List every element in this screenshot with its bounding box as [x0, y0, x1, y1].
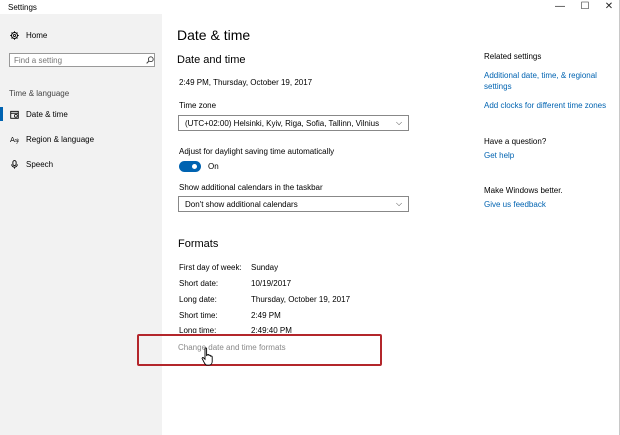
formats-heading: Formats [178, 238, 219, 250]
highlight-box [137, 334, 382, 366]
globe-icon: A 字 [10, 135, 19, 144]
microphone-icon [11, 160, 18, 169]
dst-label: Adjust for daylight saving time automati… [179, 147, 335, 156]
page-title: Date & time [177, 27, 251, 43]
format-value: Sunday [251, 263, 279, 272]
format-value: 2:49:40 PM [251, 326, 292, 333]
dst-toggle[interactable] [179, 161, 201, 172]
timezone-value: (UTC+02:00) Helsinki, Kyiv, Riga, Sofia,… [185, 119, 380, 128]
related-heading: Related settings [484, 52, 542, 61]
format-key: Long date: [179, 295, 217, 304]
format-key: Short date: [179, 279, 219, 288]
question-heading: Have a question? [484, 137, 547, 146]
format-value: 2:49 PM [251, 311, 281, 320]
sidebar-item-speech[interactable]: Speech [10, 160, 53, 169]
date-time-heading: Date and time [177, 54, 246, 66]
feedback-link[interactable]: Give us feedback [484, 200, 546, 209]
sidebar-item-home[interactable]: Home [10, 31, 47, 40]
timezone-label: Time zone [179, 101, 217, 110]
close-button[interactable]: ✕ [597, 0, 620, 14]
chevron-down-icon: ⌵ [396, 118, 403, 127]
sidebar-item-region-language[interactable]: A 字 Region & language [10, 135, 94, 144]
hand-cursor-icon [201, 347, 213, 366]
get-help-link[interactable]: Get help [484, 151, 514, 160]
sidebar-item-date-time[interactable]: Date & time [10, 110, 68, 119]
format-value: Thursday, October 19, 2017 [251, 295, 351, 304]
dst-state: On [208, 162, 219, 171]
active-indicator [0, 107, 3, 121]
sidebar-item-label: Speech [26, 160, 54, 169]
window-title: Settings [8, 3, 37, 12]
format-value: 10/19/2017 [251, 279, 292, 288]
additional-settings-link[interactable]: Additional date, time, & regional settin… [484, 70, 609, 92]
toggle-knob [192, 164, 197, 169]
sidebar-item-label: Date & time [26, 110, 68, 119]
format-key: Short time: [179, 311, 218, 320]
format-key: Long time: [179, 326, 217, 333]
home-label: Home [26, 31, 48, 40]
chevron-down-icon: ⌵ [396, 199, 403, 208]
section-label: Time & language [9, 89, 70, 98]
svg-text:字: 字 [15, 137, 20, 144]
add-clocks-link[interactable]: Add clocks for different time zones [484, 101, 606, 110]
sidebar-item-label: Region & language [26, 135, 95, 144]
calendars-label: Show additional calendars in the taskbar [179, 183, 323, 192]
maximize-button[interactable]: ☐ [573, 0, 597, 14]
search-icon[interactable] [146, 56, 154, 64]
calendars-value: Don't show additional calendars [185, 200, 298, 209]
feedback-heading: Make Windows better. [484, 186, 563, 195]
gear-icon [10, 31, 19, 40]
minimize-button[interactable]: — [548, 0, 572, 14]
sidebar [0, 14, 162, 435]
current-datetime: 2:49 PM, Thursday, October 19, 2017 [179, 78, 313, 87]
calendar-icon [10, 110, 19, 119]
search-placeholder: Find a setting [14, 56, 63, 65]
format-key: First day of week: [179, 263, 242, 272]
